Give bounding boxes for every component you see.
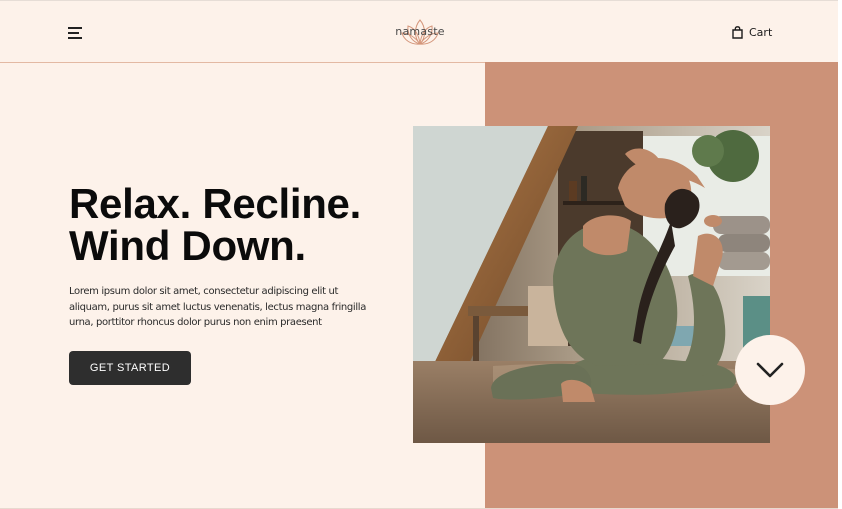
menu-button[interactable] bbox=[68, 25, 84, 39]
scroll-down-button[interactable] bbox=[735, 335, 805, 405]
hamburger-menu-icon-bar-middle bbox=[68, 32, 79, 34]
cart-link[interactable]: Cart bbox=[732, 24, 772, 40]
hero-headline: Relax. Recline. Wind Down. bbox=[69, 183, 429, 267]
top-navigation-bar: namaste Cart bbox=[0, 0, 838, 63]
shopping-bag-icon bbox=[732, 25, 743, 39]
cart-label: Cart bbox=[749, 25, 773, 39]
hero-description-line-1: Lorem ipsum dolor sit amet, consectetur … bbox=[69, 286, 339, 297]
hero-description: Lorem ipsum dolor sit amet, consectetur … bbox=[69, 284, 369, 331]
hamburger-menu-icon-bar-bottom bbox=[68, 37, 82, 39]
chevron-down-icon bbox=[756, 362, 784, 378]
logo-text: namaste bbox=[395, 25, 445, 38]
hero-description-line-2: aliquam, purus sit amet luctus venenatis… bbox=[69, 301, 366, 313]
hero-description-line-3: urna, porttitor rhoncus dolor purus non … bbox=[69, 317, 322, 328]
yoga-pose-illustration bbox=[413, 126, 770, 443]
hamburger-menu-icon-bar-top bbox=[68, 27, 82, 29]
landing-page: namaste Cart Relax. Recline. Wind Down. … bbox=[0, 0, 838, 509]
hero-yoga-photo bbox=[413, 126, 770, 443]
get-started-button[interactable]: GET STARTED bbox=[69, 351, 191, 385]
hero-headline-line-2: Wind Down. bbox=[69, 222, 306, 269]
hero-headline-line-1: Relax. Recline. bbox=[69, 180, 361, 227]
brand-logo[interactable]: namaste bbox=[390, 17, 450, 47]
